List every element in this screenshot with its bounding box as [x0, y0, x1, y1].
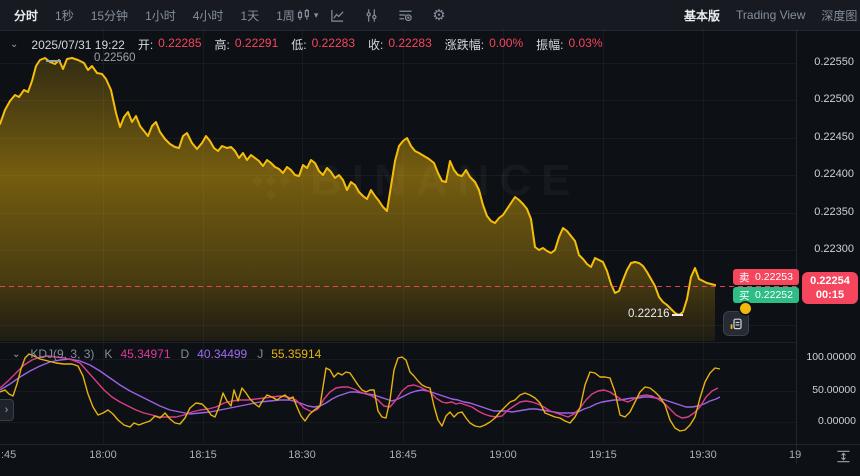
ohlc-datetime: 2025/07/31 19:22 — [31, 38, 124, 52]
ohlc-open: 开:0.22285 — [138, 36, 202, 53]
last-price-badge[interactable]: 0.22254 00:15 — [802, 272, 858, 304]
ohlc-info-bar: ⌄ 2025/07/31 19:22 开:0.22285 高:0.22291 低… — [10, 36, 603, 53]
tab-basic-version[interactable]: 基本版 — [684, 7, 720, 24]
tab-4h[interactable]: 4小时 — [193, 7, 224, 24]
ohlc-change: 涨跌幅:0.00% — [445, 36, 523, 53]
time-axis-separator — [0, 444, 860, 445]
gridline — [0, 100, 796, 101]
gridline — [403, 30, 404, 444]
ohlc-low: 低:0.22283 — [291, 36, 355, 53]
buy-price-badge[interactable]: 买 0.22252 — [733, 287, 799, 303]
collapse-chevron-icon[interactable]: ⌄ — [10, 39, 18, 50]
chart-mode-tabs: 基本版 Trading View 深度图 — [684, 0, 857, 30]
time-axis-label: :45 — [1, 449, 16, 461]
kdj-collapse-chevron-icon[interactable]: ⌄ — [12, 349, 20, 360]
price-axis-label: 0.22350 — [796, 206, 854, 218]
low-marker-line — [672, 314, 683, 316]
candle-countdown: 00:15 — [816, 288, 844, 302]
gridline — [503, 30, 504, 444]
current-point-dot — [740, 303, 751, 314]
buy-label: 买 — [739, 288, 750, 303]
ohlc-amplitude: 振幅:0.03% — [536, 36, 602, 53]
panel-separator — [0, 342, 796, 343]
gridline — [302, 30, 303, 444]
indicators-icon[interactable] — [363, 7, 379, 23]
panel-expander-button[interactable]: › — [0, 399, 14, 421]
gridline — [603, 30, 604, 444]
low-price-label: 0.22216 — [628, 308, 670, 320]
high-marker-line — [46, 60, 61, 62]
sell-price-badge[interactable]: 卖 0.22253 — [733, 269, 799, 285]
kdj-axis-label: 0.00000 — [794, 415, 856, 427]
time-axis-label: 19:00 — [489, 449, 517, 461]
price-axis-label: 0.22300 — [796, 243, 854, 255]
tab-1s[interactable]: 1秒 — [55, 7, 74, 24]
watermark-text: BINANCE — [310, 156, 580, 206]
kdj-d-value: D40.34499 — [181, 347, 248, 361]
gridline — [703, 30, 704, 444]
gridline — [203, 30, 204, 444]
kdj-j-value: J55.35914 — [257, 347, 321, 361]
interval-tabs: 分时 1秒 15分钟 1小时 4小时 1天 1周 ▾ — [0, 7, 318, 24]
order-panel-icon[interactable] — [723, 311, 749, 336]
kdj-j-line — [0, 354, 720, 431]
price-chart-plot[interactable] — [0, 0, 860, 476]
price-axis-label: 0.22400 — [796, 168, 854, 180]
chart-toolbar: 分时 1秒 15分钟 1小时 4小时 1天 1周 ▾ — [0, 0, 860, 31]
binance-watermark: BINANCE — [248, 156, 580, 206]
settings-gear-icon[interactable]: ⚙ — [431, 7, 447, 23]
tab-1h[interactable]: 1小时 — [145, 7, 176, 24]
binance-logo-icon — [248, 158, 294, 204]
kdj-k-value: K45.34971 — [104, 347, 170, 361]
trading-chart-window: 分时 1秒 15分钟 1小时 4小时 1天 1周 ▾ — [0, 0, 860, 476]
gridline — [0, 391, 796, 392]
time-axis-label: 18:45 — [389, 449, 417, 461]
chart-style-list-icon[interactable] — [397, 7, 413, 23]
gridline — [0, 213, 796, 214]
gridline — [103, 30, 104, 444]
kdj-title: KDJ(9, 3, 3) — [30, 347, 94, 361]
gridline — [0, 325, 796, 326]
tab-15m[interactable]: 15分钟 — [91, 7, 128, 24]
kdj-axis-label: 50.00000 — [794, 384, 856, 396]
time-axis-label: 18:00 — [89, 449, 117, 461]
candlestick-chart-icon[interactable] — [295, 7, 311, 23]
sell-label: 卖 — [739, 270, 750, 285]
toolbar-icon-group: ⚙ — [295, 0, 447, 30]
price-axis-label: 0.22550 — [796, 56, 854, 68]
last-price-value: 0.22254 — [810, 274, 850, 288]
time-axis-label: 19 — [789, 449, 801, 461]
time-axis-label: 18:15 — [189, 449, 217, 461]
tab-1d[interactable]: 1天 — [240, 7, 259, 24]
tab-time-share[interactable]: 分时 — [14, 7, 38, 24]
buy-price: 0.22252 — [755, 289, 793, 301]
kdj-d-line — [0, 359, 720, 414]
gridline — [0, 138, 796, 139]
kdj-axis-label: 100.00000 — [794, 351, 856, 363]
price-axis-label: 0.22450 — [796, 131, 854, 143]
line-chart-icon[interactable] — [329, 7, 345, 23]
ohlc-close: 收:0.22283 — [368, 36, 432, 53]
price-scale-reset-icon[interactable] — [834, 447, 852, 465]
kdj-header: ⌄ KDJ(9, 3, 3) K45.34971 D40.34499 J55.3… — [12, 347, 321, 361]
gridline — [0, 422, 796, 423]
tab-tradingview[interactable]: Trading View — [736, 8, 805, 22]
time-axis-label: 19:30 — [689, 449, 717, 461]
kdj-k-line — [0, 356, 718, 418]
ohlc-high: 高:0.22291 — [215, 36, 279, 53]
time-axis-label: 18:30 — [288, 449, 316, 461]
tab-1w[interactable]: 1周 — [276, 7, 295, 24]
price-axis-label: 0.22500 — [796, 93, 854, 105]
time-axis-label: 19:15 — [589, 449, 617, 461]
sell-price: 0.22253 — [755, 271, 793, 283]
high-price-label: 0.22560 — [94, 52, 136, 64]
gridline — [0, 250, 796, 251]
tab-depth-chart[interactable]: 深度图 — [821, 7, 857, 24]
